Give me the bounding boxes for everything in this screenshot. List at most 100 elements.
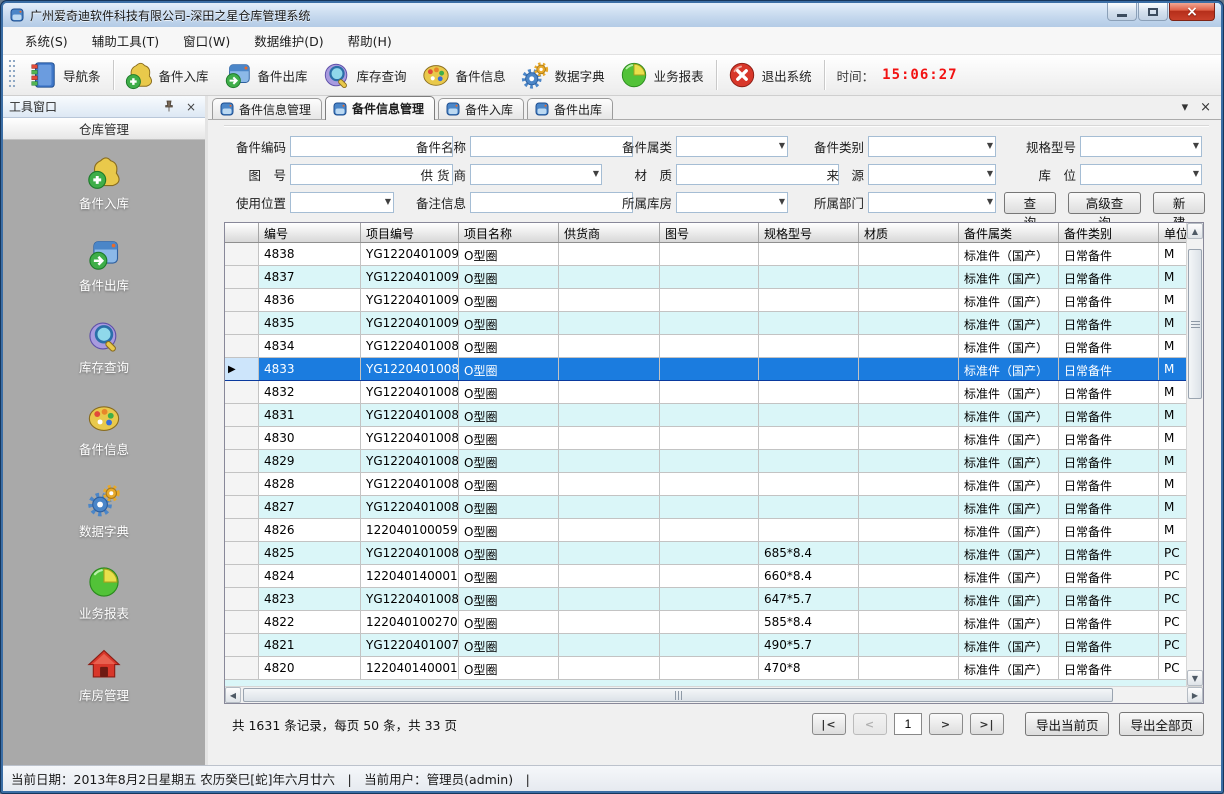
sidebar-group-warehouse[interactable]: 仓库管理 [3,118,205,140]
row-selector-cell[interactable]: ▶ [225,519,259,541]
row-selector-cell[interactable]: ▶ [225,404,259,426]
menu-system[interactable]: 系统(S) [13,27,80,54]
menu-window[interactable]: 窗口(W) [171,27,242,54]
table-row[interactable]: ▶ 4825 YG12204010081 O型圈 685*8.4 标准件（国产）… [225,542,1186,565]
row-selector-cell[interactable]: ▶ [225,588,259,610]
menu-data-maintenance[interactable]: 数据维护(D) [242,27,335,54]
sidebar-item-warehouse-mgmt[interactable]: 库房管理 [3,646,205,704]
table-row[interactable]: ▶ 4829 YG12204010084 O型圈 标准件（国产） 日常备件 M [225,450,1186,473]
col-project-no[interactable]: 项目编号 [361,223,459,242]
toolbar-inventory-query-button[interactable]: 库存查询 [316,57,415,93]
horizontal-scrollbar[interactable]: ◀ ▶ [225,686,1203,703]
source-dropdown[interactable]: ▼ [868,164,996,185]
toolbar-grip[interactable] [9,60,16,90]
row-selector-cell[interactable]: ▶ [225,634,259,656]
col-category[interactable]: 备件属类 [959,223,1059,242]
col-project-name[interactable]: 项目名称 [459,223,559,242]
row-selector-cell[interactable]: ▶ [225,312,259,334]
sidebar-item-parts-inbound[interactable]: 备件入库 [3,154,205,212]
sidebar-item-parts-outbound[interactable]: 备件出库 [3,236,205,294]
table-row[interactable]: ▶ 4837 YG12204010092 O型圈 标准件（国产） 日常备件 M [225,266,1186,289]
sidebar-item-data-dictionary[interactable]: 数据字典 [3,482,205,540]
toolbar-exit-button[interactable]: 退出系统 [721,57,820,93]
table-row[interactable]: ▶ 4830 YG12204010085 O型圈 标准件（国产） 日常备件 M [225,427,1186,450]
horizontal-scroll-thumb[interactable] [243,688,1113,702]
spec-model-dropdown[interactable]: ▼ [1080,136,1202,157]
table-row[interactable]: ▶ 4826 1220401000599 O型圈 标准件（国产） 日常备件 M [225,519,1186,542]
row-selector-cell[interactable]: ▶ [225,450,259,472]
col-row-selector[interactable] [225,223,259,242]
new-button[interactable]: 新建 [1153,192,1205,214]
sidebar-item-parts-info[interactable]: 备件信息 [3,400,205,458]
col-type[interactable]: 备件类别 [1059,223,1159,242]
vertical-scrollbar[interactable]: ▲ ▼ [1186,223,1203,686]
scroll-up-icon[interactable]: ▲ [1187,223,1203,239]
menu-aux-tools[interactable]: 辅助工具(T) [80,27,171,54]
row-selector-cell[interactable]: ▶ [225,427,259,449]
pin-icon[interactable] [161,100,177,113]
toolbar-parts-info-button[interactable]: 备件信息 [415,57,514,93]
row-selector-cell[interactable]: ▶ [225,657,259,679]
table-row[interactable]: ▶ 4823 YG12204010080 O型圈 647*5.7 标准件（国产）… [225,588,1186,611]
chevron-down-icon[interactable]: ▾ [1182,101,1189,115]
vertical-scroll-track[interactable] [1187,239,1203,670]
table-row[interactable]: ▶ 4824 1220401400012 O型圈 660*8.4 标准件（国产）… [225,565,1186,588]
row-selector-cell[interactable]: ▶ [225,266,259,288]
first-page-button[interactable]: |< [812,713,846,735]
col-supplier[interactable]: 供货商 [559,223,660,242]
row-selector-cell[interactable]: ▶ [225,496,259,518]
row-selector-cell[interactable]: ▶ [225,565,259,587]
row-selector-cell[interactable]: ▶ [225,542,259,564]
table-row[interactable]: ▶ 4832 YG12204010087 O型圈 标准件（国产） 日常备件 M [225,381,1186,404]
tab-parts-info-mgmt-1[interactable]: 备件信息管理 [212,98,322,119]
scroll-left-icon[interactable]: ◀ [225,687,241,703]
row-selector-cell[interactable]: ▶ [225,611,259,633]
tab-close-icon[interactable]: × [1200,101,1211,115]
table-row[interactable]: ▶ 4836 YG12204010091 O型圈 标准件（国产） 日常备件 M [225,289,1186,312]
query-button[interactable]: 查询 [1004,192,1056,214]
toolbar-navbar-button[interactable]: 导航条 [22,57,109,93]
location-dropdown[interactable]: ▼ [1080,164,1202,185]
part-attr-dropdown[interactable]: ▼ [676,136,788,157]
row-selector-cell[interactable]: ▶ [225,358,259,380]
tab-parts-inbound[interactable]: 备件入库 [438,98,524,119]
col-unit[interactable]: 单位 [1159,223,1186,242]
table-row[interactable]: ▶ 4834 YG12204010089 O型圈 标准件（国产） 日常备件 M [225,335,1186,358]
sidebar-close-icon[interactable]: × [183,100,199,114]
col-material[interactable]: 材质 [859,223,959,242]
next-page-button[interactable]: > [929,713,963,735]
toolbar-data-dictionary-button[interactable]: 数据字典 [514,57,613,93]
minimize-button[interactable] [1107,3,1137,21]
export-all-pages-button[interactable]: 导出全部页 [1119,712,1204,736]
sidebar-item-business-report[interactable]: 业务报表 [3,564,205,622]
table-row[interactable]: ▶ 4838 YG12204010093 O型圈 标准件（国产） 日常备件 M [225,243,1186,266]
table-row[interactable]: ▶ 4833 YG12204010088 O型圈 标准件（国产） 日常备件 M [225,358,1186,381]
maximize-button[interactable] [1138,3,1168,21]
scroll-down-icon[interactable]: ▼ [1187,670,1203,686]
department-dropdown[interactable]: ▼ [868,192,996,213]
remark-input[interactable] [470,192,633,213]
export-current-page-button[interactable]: 导出当前页 [1025,712,1110,736]
scroll-right-icon[interactable]: ▶ [1187,687,1203,703]
toolbar-parts-outbound-button[interactable]: 备件出库 [217,57,316,93]
part-category-dropdown[interactable]: ▼ [868,136,996,157]
table-row[interactable]: ▶ 4835 YG12204010090 O型圈 标准件（国产） 日常备件 M [225,312,1186,335]
row-selector-cell[interactable]: ▶ [225,381,259,403]
warehouse-dropdown[interactable]: ▼ [676,192,788,213]
tab-parts-info-mgmt-2[interactable]: 备件信息管理 [325,96,435,120]
sidebar-item-inventory-query[interactable]: 库存查询 [3,318,205,376]
supplier-dropdown[interactable]: ▼ [470,164,602,185]
close-button[interactable]: × [1169,3,1215,21]
part-name-input[interactable] [470,136,633,157]
row-selector-cell[interactable]: ▶ [225,335,259,357]
table-row[interactable]: ▶ 4828 YG12204010083 O型圈 标准件（国产） 日常备件 M [225,473,1186,496]
table-row[interactable]: ▶ 4820 1220401400013 O型圈 470*8 标准件（国产） 日… [225,657,1186,680]
use-position-dropdown[interactable]: ▼ [290,192,394,213]
tab-parts-outbound[interactable]: 备件出库 [527,98,613,119]
vertical-scroll-thumb[interactable] [1188,249,1202,399]
toolbar-business-report-button[interactable]: 业务报表 [613,57,712,93]
prev-page-button[interactable]: < [853,713,887,735]
col-id[interactable]: 编号 [259,223,361,242]
row-selector-cell[interactable]: ▶ [225,289,259,311]
table-row[interactable]: ▶ 4827 YG12204010082 O型圈 标准件（国产） 日常备件 M [225,496,1186,519]
